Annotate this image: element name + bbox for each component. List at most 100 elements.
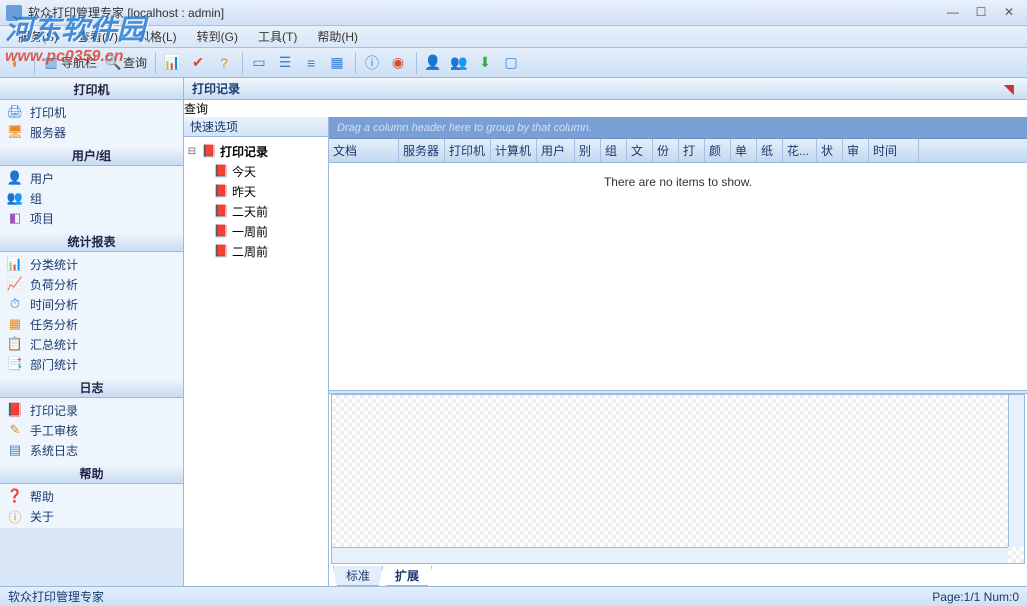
sidebar-item-category-stats[interactable]: 📊分类统计 <box>0 254 183 274</box>
tool-grid-icon[interactable]: ▦ <box>325 51 351 75</box>
tree-child-3[interactable]: 📕一周前 <box>186 221 326 241</box>
tab-standard[interactable]: 标准 <box>333 566 383 586</box>
sidebar-item-print-log[interactable]: 📕打印记录 <box>0 400 183 420</box>
servers-icon: 🖥 <box>6 124 24 140</box>
grid-empty-text: There are no items to show. <box>604 175 752 189</box>
sidebar-group-用户/组[interactable]: 用户/组 <box>0 144 183 166</box>
tool-help-icon[interactable]: ? <box>212 51 238 75</box>
sidebar-item-projects[interactable]: ◧项目 <box>0 208 183 228</box>
tool-align1-icon[interactable]: ▭ <box>247 51 273 75</box>
bookmark-icon[interactable]: ◥ <box>999 82 1019 96</box>
sidebar-item-servers[interactable]: 🖥服务器 <box>0 122 183 142</box>
grid-col-10[interactable]: 颜 <box>705 139 731 162</box>
book-icon: 📕 <box>213 183 229 199</box>
sidebar-item-label: 手工审核 <box>30 422 78 439</box>
grid-area: Drag a column header here to group by th… <box>329 117 1027 586</box>
grid-col-1[interactable]: 服务器 <box>399 139 445 162</box>
tab-extended[interactable]: 扩展 <box>382 566 432 586</box>
grid-body: There are no items to show. <box>329 163 1027 390</box>
grid-col-15[interactable]: 审 <box>843 139 869 162</box>
sidebar-item-dept-stats[interactable]: 📑 部门统计 <box>0 354 183 374</box>
grid-col-14[interactable]: 状 <box>817 139 843 162</box>
sidebar-item-label: 组 <box>30 190 42 207</box>
tree-child-2[interactable]: 📕二天前 <box>186 201 326 221</box>
menu-2[interactable]: 风格(L) <box>128 26 187 47</box>
book-icon: 📕 <box>201 143 217 159</box>
about-icon: ⓘ <box>6 508 24 524</box>
sidebar-item-load-analysis[interactable]: 📈负荷分析 <box>0 274 183 294</box>
grid-col-4[interactable]: 用户 <box>537 139 575 162</box>
sidebar-group-帮助[interactable]: 帮助 <box>0 462 183 484</box>
status-left: 软众打印管理专家 <box>8 588 104 605</box>
sidebar-item-time-analysis[interactable]: ⏱时间分析 <box>0 294 183 314</box>
sidebar-item-printers[interactable]: 🖨打印机 <box>0 102 183 122</box>
minimize-button[interactable]: — <box>941 4 965 22</box>
menu-1[interactable]: 查看(V) <box>68 26 128 47</box>
tool-stop-icon[interactable]: ◉ <box>386 51 412 75</box>
close-button[interactable]: ✕ <box>997 4 1021 22</box>
sidebar-group-统计报表[interactable]: 统计报表 <box>0 230 183 252</box>
menu-0[interactable]: 服务(S) <box>8 26 68 47</box>
grid-col-2[interactable]: 打印机 <box>445 139 491 162</box>
tree-child-4[interactable]: 📕二周前 <box>186 241 326 261</box>
book-icon: 📕 <box>213 243 229 259</box>
preview-scrollbar-v[interactable] <box>1008 395 1024 547</box>
grid-col-11[interactable]: 单 <box>731 139 757 162</box>
sidebar-item-label: 汇总统计 <box>30 336 78 353</box>
grid-col-9[interactable]: 打 <box>679 139 705 162</box>
group-by-bar[interactable]: Drag a column header here to group by th… <box>329 117 1027 139</box>
sidebar-item-help[interactable]: ❓帮助 <box>0 486 183 506</box>
menu-bar: 服务(S)查看(V)风格(L)转到(G)工具(T)帮助(H) <box>0 26 1027 48</box>
sidebar-item-label: 时间分析 <box>30 296 78 313</box>
toolbar-icon-1[interactable]: ◐ <box>4 51 30 75</box>
tree-root[interactable]: ⊟📕打印记录 <box>186 141 326 161</box>
manual-review-icon: ✎ <box>6 422 24 438</box>
sidebar-item-about[interactable]: ⓘ关于 <box>0 506 183 526</box>
grid-col-3[interactable]: 计算机 <box>491 139 537 162</box>
sidebar: 打印机🖨打印机🖥服务器用户/组👤用户👥组◧项目统计报表📊分类统计📈负荷分析⏱时间… <box>0 78 184 586</box>
grid-col-6[interactable]: 组 <box>601 139 627 162</box>
sidebar-item-users[interactable]: 👤用户 <box>0 168 183 188</box>
sidebar-group-打印机[interactable]: 打印机 <box>0 78 183 100</box>
sidebar-item-manual-review[interactable]: ✎ 手工审核 <box>0 420 183 440</box>
sidebar-item-task-analysis[interactable]: ▦任务分析 <box>0 314 183 334</box>
query-button[interactable]: 🔍查询 <box>101 51 151 75</box>
tree-child-1[interactable]: 📕昨天 <box>186 181 326 201</box>
sidebar-item-label: 打印记录 <box>30 402 78 419</box>
tool-down-icon[interactable]: ⬇ <box>473 51 499 75</box>
dept-stats-icon: 📑 <box>6 356 24 372</box>
menu-5[interactable]: 帮助(H) <box>307 26 368 47</box>
grid-col-8[interactable]: 份 <box>653 139 679 162</box>
menu-3[interactable]: 转到(G) <box>187 26 248 47</box>
category-stats-icon: 📊 <box>6 256 24 272</box>
grid-col-16[interactable]: 时间 <box>869 139 919 162</box>
tree-child-0[interactable]: 📕今天 <box>186 161 326 181</box>
menu-4[interactable]: 工具(T) <box>248 26 307 47</box>
sidebar-item-groups[interactable]: 👥组 <box>0 188 183 208</box>
maximize-button[interactable]: ☐ <box>969 4 993 22</box>
tool-align3-icon[interactable]: ≡ <box>299 51 325 75</box>
app-icon <box>6 5 22 21</box>
grid-col-0[interactable]: 文档 <box>329 139 399 162</box>
grid-col-13[interactable]: 花... <box>783 139 817 162</box>
sidebar-item-label: 系统日志 <box>30 442 78 459</box>
sidebar-item-label: 部门统计 <box>30 356 78 373</box>
tool-chart-icon[interactable]: 📊 <box>160 51 186 75</box>
tool-check-icon[interactable]: ✔ <box>186 51 212 75</box>
grid-col-12[interactable]: 纸 <box>757 139 783 162</box>
collapse-icon[interactable]: ⊟ <box>186 146 198 157</box>
preview-scrollbar-h[interactable] <box>332 547 1008 563</box>
sidebar-item-summary-stats[interactable]: 📋汇总统计 <box>0 334 183 354</box>
query-side-label[interactable]: 查询 <box>184 100 1027 117</box>
load-analysis-icon: 📈 <box>6 276 24 292</box>
grid-col-7[interactable]: 文 <box>627 139 653 162</box>
grid-col-5[interactable]: 别 <box>575 139 601 162</box>
nav-panel-button[interactable]: ▥导航栏 <box>39 51 101 75</box>
tool-page-icon[interactable]: ▢ <box>499 51 525 75</box>
sidebar-group-日志[interactable]: 日志 <box>0 376 183 398</box>
tool-user1-icon[interactable]: 👤 <box>421 51 447 75</box>
tool-align2-icon[interactable]: ☰ <box>273 51 299 75</box>
tool-user2-icon[interactable]: 👥 <box>447 51 473 75</box>
sidebar-item-sys-log[interactable]: ▤系统日志 <box>0 440 183 460</box>
tool-info-icon[interactable]: ⓘ <box>360 51 386 75</box>
